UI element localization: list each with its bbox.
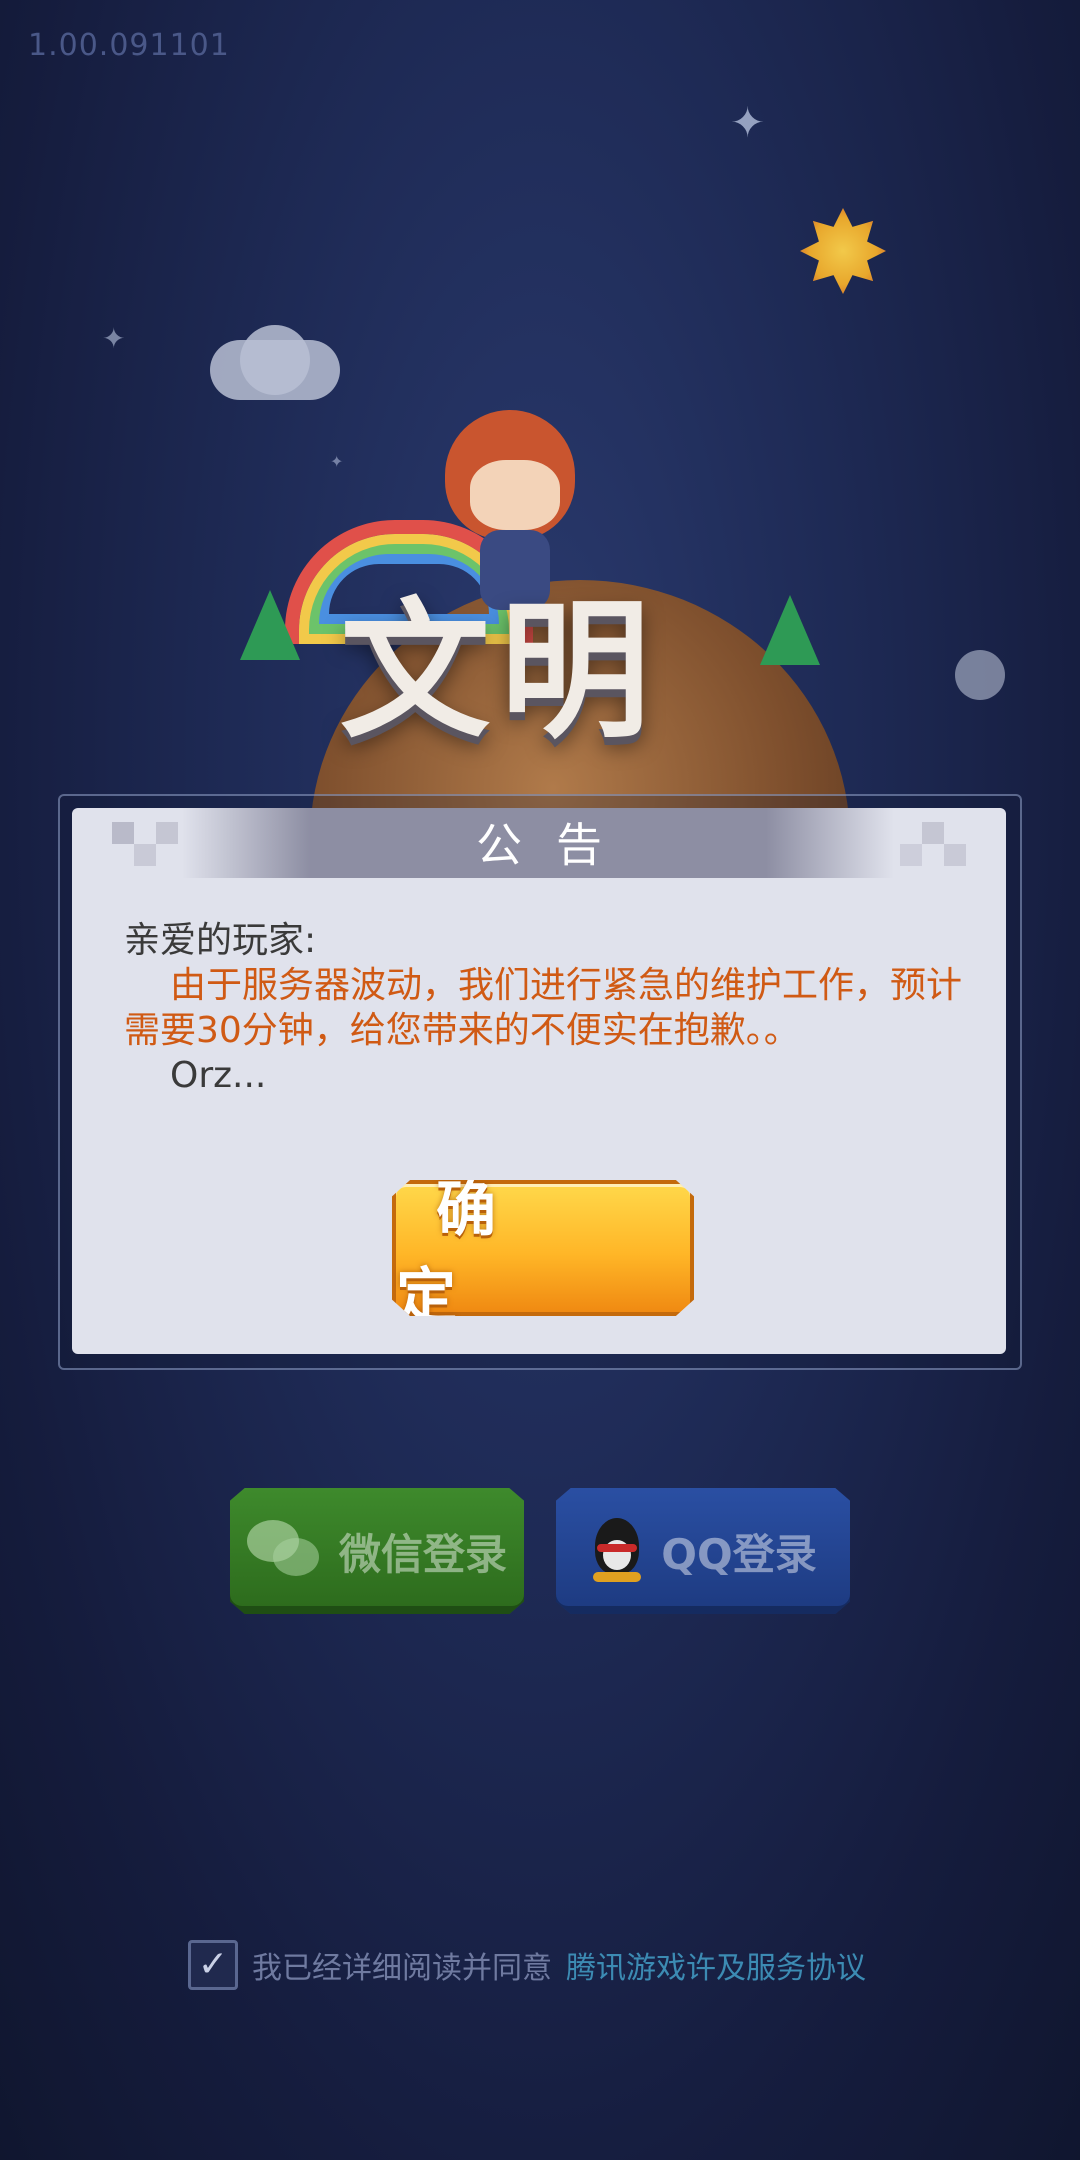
confirm-button[interactable]: 确 定 [392, 1180, 694, 1316]
tree-illustration [760, 595, 820, 665]
tree-illustration [240, 590, 300, 660]
rock-decoration [955, 650, 1005, 700]
agreement-text: 我已经详细阅读并同意 [252, 1951, 552, 1986]
wechat-login-button[interactable]: 微信登录 [230, 1488, 524, 1614]
agreement-link[interactable]: 腾讯游戏许及服务协议 [566, 1943, 866, 1987]
agreement-row: ✓ 我已经详细阅读并同意 腾讯游戏许及服务协议 [188, 1940, 866, 1990]
version-label: 1.00.091101 [28, 28, 230, 63]
wechat-icon [246, 1520, 323, 1582]
dialog-title: 公告 [476, 818, 636, 872]
dialog-body: 亲爱的玩家: 由于服务器波动，我们进行紧急的维护工作，预计需要30分钟，给您带来… [124, 918, 964, 1098]
sparkle-star-icon: ✦ [730, 98, 766, 147]
qq-penguin-icon [589, 1518, 645, 1584]
spiky-sun-icon [800, 208, 886, 294]
notice-sign-off: Orz... [170, 1055, 267, 1096]
qq-login-button[interactable]: QQ登录 [556, 1488, 850, 1614]
wechat-login-label: 微信登录 [338, 1529, 507, 1579]
notice-greeting: 亲爱的玩家: [124, 920, 317, 961]
notice-message: 由于服务器波动，我们进行紧急的维护工作，预计需要30分钟，给您带来的不便实在抱歉… [124, 965, 963, 1051]
agreement-checkbox[interactable]: ✓ [188, 1940, 238, 1990]
sparkle-star-icon: ✦ [102, 322, 126, 355]
game-logo-text: 文明 [340, 585, 661, 759]
confirm-button-label: 确 定 [396, 1175, 536, 1332]
character-face [470, 460, 560, 530]
qq-login-label: QQ登录 [661, 1529, 817, 1579]
